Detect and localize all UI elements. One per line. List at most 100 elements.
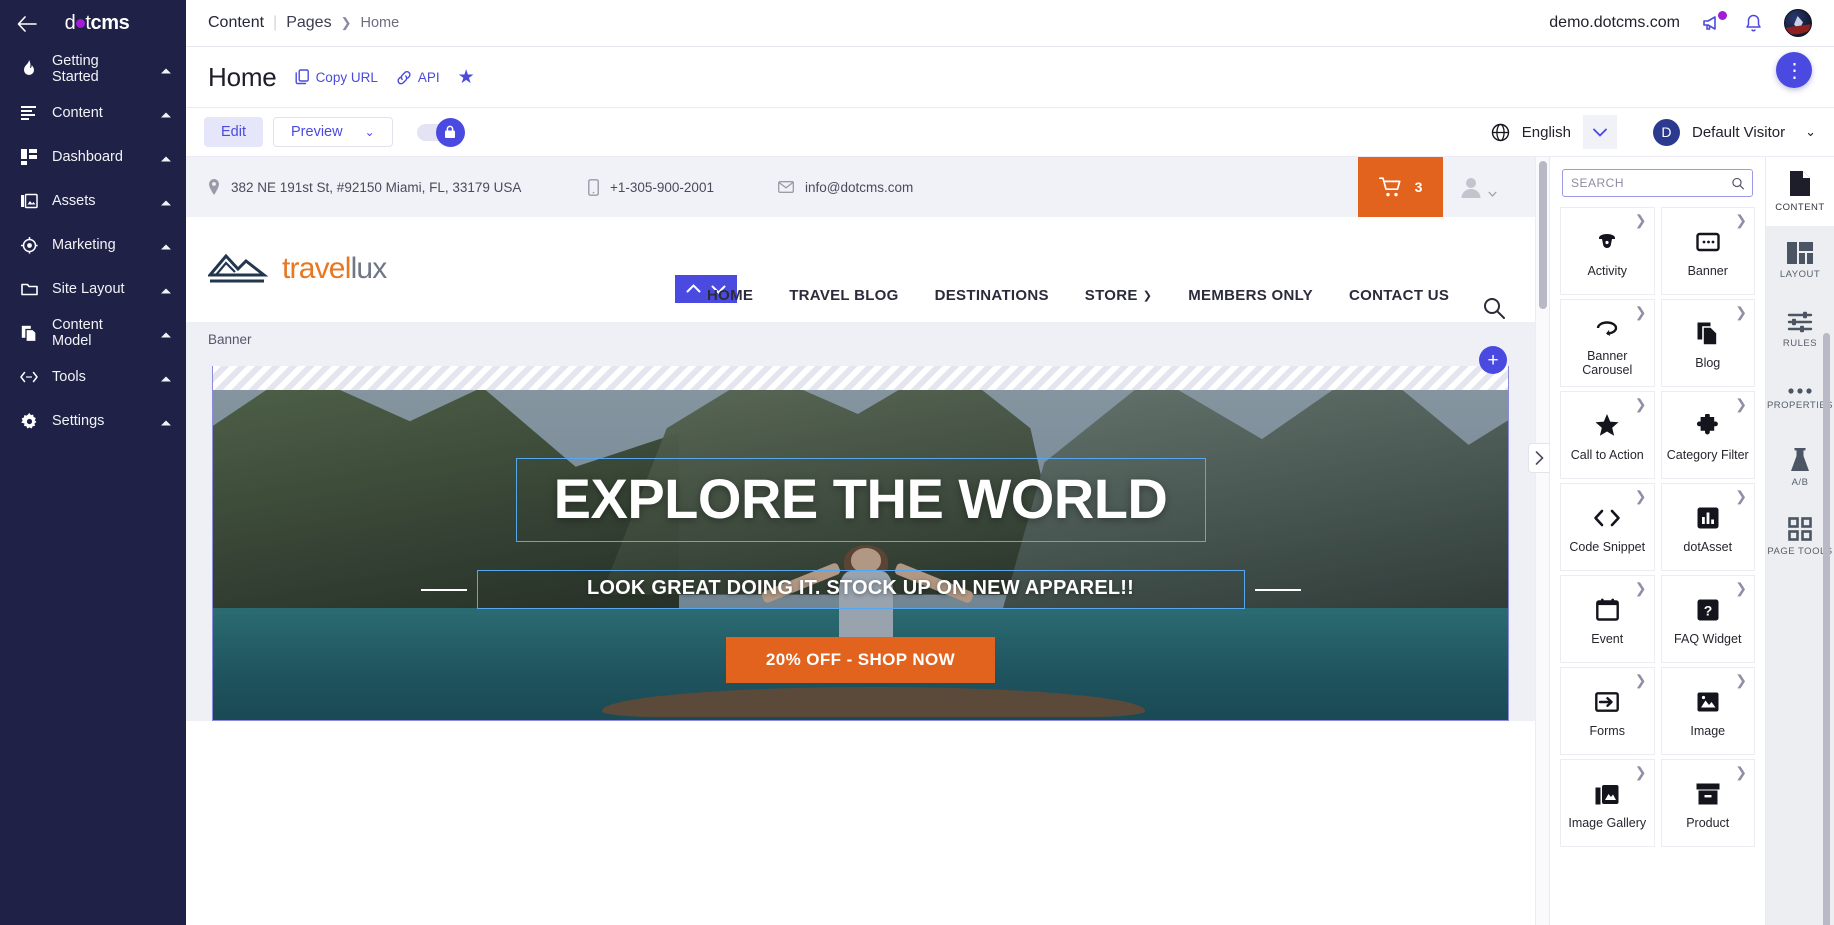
- chevron-up-icon: [160, 283, 172, 295]
- page-actions-menu-button[interactable]: ⋮: [1776, 52, 1812, 88]
- sidebar-item-dashboard[interactable]: Dashboard: [0, 135, 186, 179]
- contentlet-banner[interactable]: EXPLORE THE WORLD LOOK GREAT DOING IT. S…: [212, 366, 1509, 721]
- account-button[interactable]: [1443, 157, 1513, 217]
- sidebar-item-settings[interactable]: Settings: [0, 399, 186, 443]
- chevron-right-icon[interactable]: ❯: [1735, 672, 1747, 689]
- palette-scrollbar-thumb[interactable]: [1823, 333, 1830, 925]
- tab-edit[interactable]: Edit: [204, 117, 263, 147]
- rail-item-content[interactable]: CONTENT: [1766, 157, 1834, 226]
- content-type-category-filter[interactable]: ❯ Category Filter: [1660, 391, 1755, 479]
- sidebar-label: Content: [52, 105, 103, 121]
- content-type-image-gallery[interactable]: ❯ Image Gallery: [1560, 759, 1655, 847]
- sidebar-item-content[interactable]: Content: [0, 91, 186, 135]
- nav-label: STORE: [1084, 287, 1138, 304]
- chevron-right-icon[interactable]: ❯: [1635, 672, 1647, 689]
- search-input[interactable]: [1571, 176, 1726, 190]
- sidebar-item-tools[interactable]: Tools: [0, 355, 186, 399]
- breadcrumb-section[interactable]: Content: [208, 14, 264, 32]
- sidebar-item-getting-started[interactable]: Getting Started: [0, 47, 186, 91]
- chevron-right-icon[interactable]: ❯: [1735, 764, 1747, 781]
- lock-page-toggle[interactable]: [416, 117, 465, 147]
- content-type-banner[interactable]: ❯ Banner: [1660, 207, 1755, 295]
- site-search-button[interactable]: [1483, 297, 1505, 324]
- sidebar-item-content-model[interactable]: Content Model: [0, 311, 186, 355]
- chevron-right-icon[interactable]: ❯: [1635, 304, 1647, 321]
- content-type-call-to-action[interactable]: ❯ Call to Action: [1560, 391, 1655, 479]
- api-label: API: [417, 69, 440, 85]
- content-type-dotasset[interactable]: ❯ dotAsset: [1660, 483, 1755, 571]
- page-title: Home: [208, 61, 277, 92]
- hero-cta-button[interactable]: 20% OFF - SHOP NOW: [725, 637, 996, 683]
- sidebar-item-assets[interactable]: Assets: [0, 179, 186, 223]
- persona-selector[interactable]: D Default Visitor ⌄: [1652, 118, 1816, 146]
- content-type-banner-carousel[interactable]: ❯ Banner Carousel: [1560, 299, 1655, 387]
- dotcms-logo[interactable]: d tcms: [40, 12, 172, 35]
- rail-item-layout[interactable]: LAYOUT: [1766, 226, 1834, 295]
- nav-label: CONTACT US: [1348, 287, 1450, 304]
- chevron-right-icon[interactable]: ❯: [1735, 488, 1747, 505]
- content-type-faq-widget[interactable]: ❯ ? FAQ Widget: [1660, 575, 1755, 663]
- add-contentlet-button[interactable]: +: [1479, 346, 1507, 374]
- hero-banner[interactable]: EXPLORE THE WORLD LOOK GREAT DOING IT. S…: [213, 390, 1508, 720]
- chevron-right-icon[interactable]: ❯: [1635, 212, 1647, 229]
- chevron-right-icon[interactable]: ❯: [1635, 580, 1647, 597]
- lock-icon: [435, 117, 465, 147]
- sidebar-label: Settings: [52, 413, 105, 429]
- notifications-button[interactable]: [1745, 14, 1762, 33]
- hero-headline-editable[interactable]: EXPLORE THE WORLD: [515, 458, 1206, 542]
- collapse-palette-button[interactable]: [1528, 443, 1549, 473]
- breadcrumb-parent[interactable]: Pages: [286, 14, 331, 32]
- chevron-right-icon[interactable]: ❯: [1635, 764, 1647, 781]
- container-body: + EXPLORE THE WORLD LOOK GREAT DOING IT.…: [186, 346, 1535, 721]
- favorite-star-icon[interactable]: ★: [458, 68, 475, 87]
- language-selector[interactable]: English: [1491, 123, 1575, 142]
- chevron-right-icon[interactable]: ❯: [1635, 488, 1647, 505]
- current-site-label[interactable]: demo.dotcms.com: [1549, 14, 1680, 32]
- nav-link-members-only[interactable]: MEMBERS ONLY: [1188, 287, 1313, 304]
- content-type-product[interactable]: ❯ Product: [1660, 759, 1755, 847]
- nav-link-contact-us[interactable]: CONTACT US: [1349, 287, 1449, 304]
- banner-icon: [1696, 225, 1720, 259]
- content-type-image[interactable]: ❯ Image: [1660, 667, 1755, 755]
- content-type-blog[interactable]: ❯ Blog: [1660, 299, 1755, 387]
- cart-button[interactable]: 3: [1358, 157, 1443, 217]
- content-type-forms[interactable]: ❯ Forms: [1560, 667, 1655, 755]
- four-squares-icon: [1788, 516, 1812, 541]
- content-type-label: FAQ Widget: [1674, 631, 1742, 646]
- sliders-icon: [1787, 311, 1813, 332]
- chevron-right-icon[interactable]: ❯: [1635, 396, 1647, 413]
- sidebar-item-site-layout[interactable]: Site Layout: [0, 267, 186, 311]
- sidebar-item-marketing[interactable]: Marketing: [0, 223, 186, 267]
- sidebar-label: Dashboard: [52, 149, 123, 165]
- content-type-label: Activity: [1587, 263, 1628, 278]
- collapse-sidebar-button[interactable]: [14, 11, 40, 37]
- nav-link-store[interactable]: STORE ❯: [1085, 287, 1152, 304]
- announcements-button[interactable]: [1702, 11, 1727, 32]
- site-email: info@dotcms.com: [778, 180, 913, 195]
- language-dropdown-button[interactable]: [1582, 115, 1617, 149]
- email-text: info@dotcms.com: [805, 179, 914, 195]
- travellux-logo[interactable]: travellux: [208, 249, 387, 289]
- nav-link-home[interactable]: HOME: [707, 287, 753, 304]
- content-type-label: Image Gallery: [1568, 815, 1647, 830]
- api-button[interactable]: API: [396, 70, 440, 85]
- copy-url-button[interactable]: Copy URL: [295, 69, 378, 85]
- rule-right: [1254, 588, 1301, 591]
- nav-link-destinations[interactable]: DESTINATIONS: [935, 287, 1049, 304]
- site-utility-bar: 382 NE 191st St, #92150 Miami, FL, 33179…: [186, 157, 1535, 217]
- search-box[interactable]: [1562, 169, 1753, 197]
- content-type-event[interactable]: ❯ Event: [1560, 575, 1655, 663]
- chevron-right-icon[interactable]: ❯: [1735, 396, 1747, 413]
- chevron-right-icon[interactable]: ❯: [1735, 580, 1747, 597]
- nav-link-travel-blog[interactable]: TRAVEL BLOG: [789, 287, 898, 304]
- nav-label: HOME: [707, 287, 754, 304]
- tab-preview[interactable]: Preview ⌄: [273, 117, 393, 147]
- scrollbar-thumb[interactable]: [1539, 161, 1547, 309]
- chevron-right-icon[interactable]: ❯: [1735, 304, 1747, 321]
- canvas-scrollbar[interactable]: [1535, 157, 1549, 925]
- content-type-code-snippet[interactable]: ❯ Code Snippet: [1560, 483, 1655, 571]
- content-type-activity[interactable]: ❯ Activity: [1560, 207, 1655, 295]
- chevron-right-icon[interactable]: ❯: [1735, 212, 1747, 229]
- user-avatar[interactable]: [1784, 9, 1812, 37]
- hero-subhead-editable[interactable]: LOOK GREAT DOING IT. STOCK UP ON NEW APP…: [476, 570, 1245, 609]
